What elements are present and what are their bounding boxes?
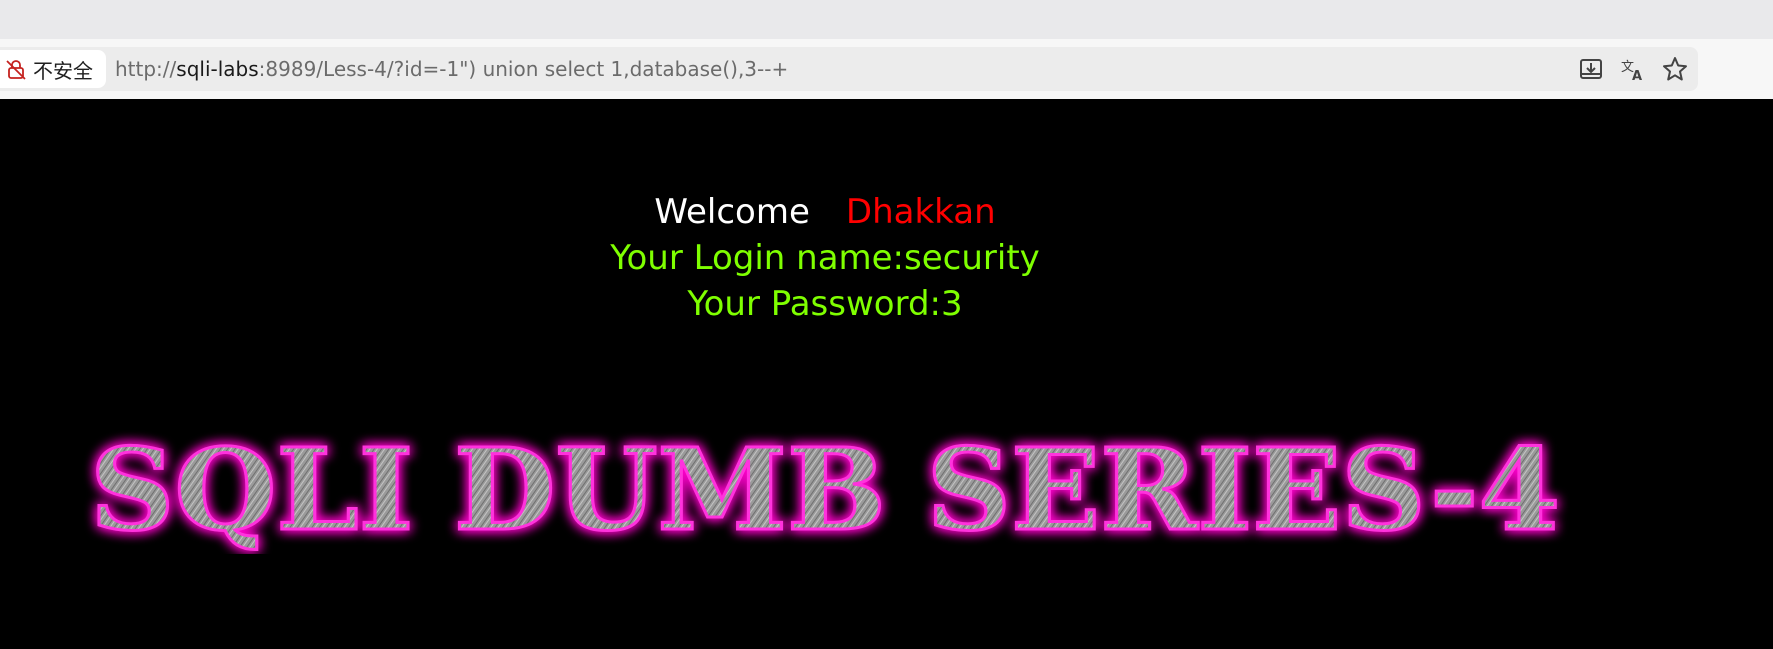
not-secure-lock-icon — [6, 60, 26, 80]
page-content: Welcome Dhakkan Your Login name:security … — [0, 99, 1773, 649]
browser-chrome: 不安全 http://sqli-labs:8989/Less-4/?id=-1"… — [0, 0, 1773, 99]
address-bar[interactable]: 不安全 http://sqli-labs:8989/Less-4/?id=-1"… — [0, 47, 1698, 91]
url-path: :8989/Less-4/?id=-1") union select 1,dat… — [258, 57, 789, 81]
svg-text:A: A — [1632, 69, 1642, 83]
translate-icon[interactable]: 文 A — [1619, 55, 1647, 83]
download-icon[interactable] — [1577, 55, 1605, 83]
url-scheme: http:// — [115, 57, 177, 81]
security-indicator[interactable]: 不安全 — [0, 50, 106, 88]
welcome-line: Welcome Dhakkan — [0, 189, 1650, 235]
login-name-line: Your Login name:security — [610, 238, 1040, 278]
banner-title-image: SQLI DUMB SERIES-4 — [89, 429, 1562, 554]
url-text[interactable]: http://sqli-labs:8989/Less-4/?id=-1") un… — [115, 47, 788, 91]
password-line: Your Password:3 — [687, 284, 963, 324]
query-result: Welcome Dhakkan Your Login name:security … — [0, 189, 1650, 327]
url-host: sqli-labs — [176, 57, 259, 81]
tab-strip — [0, 0, 1773, 39]
bookmark-star-icon[interactable] — [1661, 55, 1689, 83]
banner-text: SQLI DUMB SERIES-4 — [90, 429, 1560, 554]
welcome-word: Welcome — [654, 192, 810, 232]
welcome-name: Dhakkan — [845, 192, 996, 232]
security-label: 不安全 — [33, 58, 93, 83]
